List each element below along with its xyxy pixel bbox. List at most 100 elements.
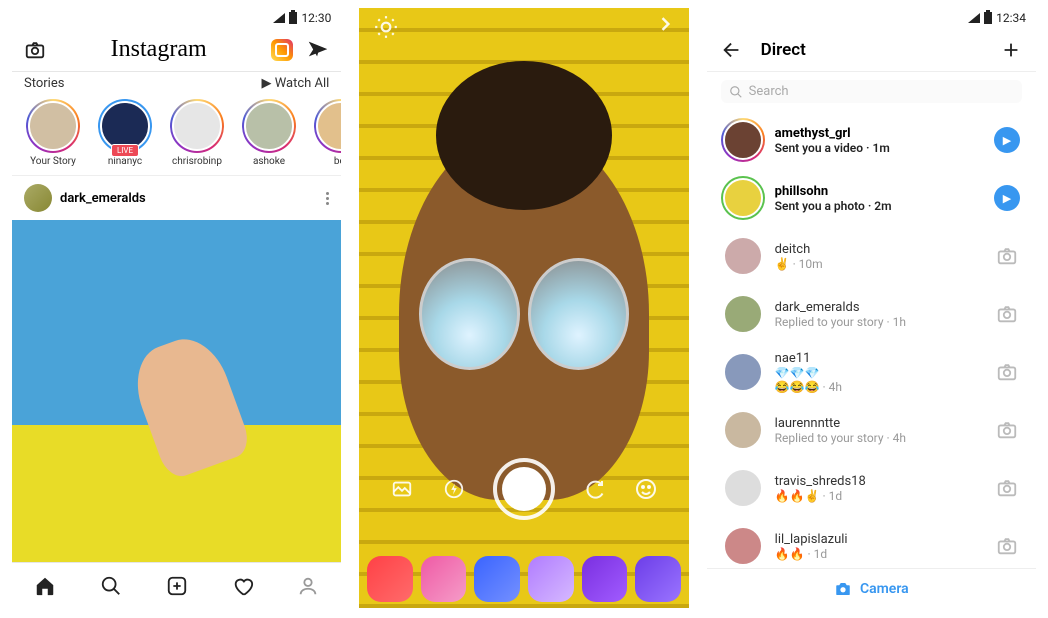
dm-camera-icon[interactable] [992, 245, 1022, 267]
dm-name: dark_emeralds [775, 300, 982, 315]
story-item[interactable]: ashoke [238, 99, 300, 167]
back-icon[interactable] [721, 39, 743, 61]
story-name: ber [334, 156, 341, 167]
dm-item[interactable]: amethyst_grl Sent you a video · 1m ▶ [707, 111, 1036, 169]
dm-item[interactable]: nae11 💎💎💎 😂😂😂 · 4h [707, 343, 1036, 401]
dm-message: Sent you a video · 1m [775, 141, 982, 155]
filter-tile[interactable] [367, 556, 413, 602]
dm-camera-icon[interactable] [992, 535, 1022, 557]
filter-tile[interactable] [635, 556, 681, 602]
camera-icon [834, 580, 852, 598]
dm-avatar [721, 350, 765, 394]
feed-screen: 12:30 Instagram Stories ▶ Watch All Your… [12, 8, 341, 608]
dm-item[interactable]: phillsohn Sent you a photo · 2m ▶ [707, 169, 1036, 227]
play-button[interactable]: ▶ [992, 127, 1022, 153]
dm-message: ✌️ · 10m [775, 257, 982, 271]
story-item[interactable]: LIVEninanyc [94, 99, 156, 167]
play-button[interactable]: ▶ [992, 185, 1022, 211]
dm-avatar [721, 408, 765, 452]
camera-settings-icon[interactable] [373, 14, 399, 40]
story-avatar [314, 99, 341, 153]
face-filter-icon[interactable] [632, 475, 660, 503]
story-name: ninanyc [108, 156, 142, 167]
dm-avatar [721, 524, 765, 568]
dm-camera-icon[interactable] [992, 419, 1022, 441]
dm-message: 🔥🔥✌️ · 1d [775, 489, 982, 503]
shutter-button[interactable] [493, 458, 555, 520]
filter-tray[interactable] [359, 556, 688, 602]
dm-item[interactable]: dark_emeralds Replied to your story · 1h [707, 285, 1036, 343]
filter-tile[interactable] [421, 556, 467, 602]
app-logo: Instagram [111, 36, 207, 63]
story-item[interactable]: Your Story [22, 99, 84, 167]
post-header: dark_emeralds [12, 176, 341, 220]
dm-avatar [721, 292, 765, 336]
stories-row[interactable]: Your Story LIVEninanyc chrisrobinp ashoke be… [12, 95, 341, 176]
signal-icon [273, 13, 285, 23]
filter-tile[interactable] [582, 556, 628, 602]
camera-controls [359, 458, 688, 520]
post-more-icon[interactable] [326, 192, 329, 205]
story-avatar [26, 99, 80, 153]
story-name: chrisrobinp [172, 156, 222, 167]
story-name: ashoke [253, 156, 285, 167]
dm-text: nae11 💎💎💎 😂😂😂 · 4h [775, 351, 982, 394]
dm-camera-icon[interactable] [992, 477, 1022, 499]
dm-message: Sent you a photo · 2m [775, 199, 982, 213]
dm-item[interactable]: deitch ✌️ · 10m [707, 227, 1036, 285]
story-avatar [242, 99, 296, 153]
camera-screen [359, 8, 688, 608]
gallery-icon[interactable] [388, 475, 416, 503]
watch-all-button[interactable]: ▶ Watch All [261, 76, 329, 91]
story-name: Your Story [30, 156, 76, 167]
dm-name: nae11 [775, 351, 982, 366]
dm-avatar [721, 176, 765, 220]
dm-item[interactable]: travis_shreds18 🔥🔥✌️ · 1d [707, 459, 1036, 517]
post-image[interactable] [12, 220, 341, 562]
dm-name: phillsohn [775, 184, 982, 199]
nav-activity-icon[interactable] [231, 574, 255, 598]
dm-name: amethyst_grl [775, 126, 982, 141]
post-author-avatar[interactable] [24, 184, 52, 212]
direct-title: Direct [761, 40, 806, 60]
filter-tile[interactable] [528, 556, 574, 602]
camera-subject [399, 128, 649, 500]
bottom-nav [12, 562, 341, 608]
dm-text: deitch ✌️ · 10m [775, 242, 982, 271]
dm-text: lil_lapislazuli 🔥🔥 · 1d [775, 532, 982, 561]
dm-camera-icon[interactable] [992, 361, 1022, 383]
nav-add-icon[interactable] [165, 574, 189, 598]
post-author-name[interactable]: dark_emeralds [60, 191, 146, 206]
dm-message: 😂😂😂 · 4h [775, 380, 982, 394]
direct-camera-button[interactable]: Camera [707, 568, 1036, 608]
search-input[interactable]: Search [721, 80, 1022, 103]
dm-message: 🔥🔥 · 1d [775, 547, 982, 561]
dm-item[interactable]: laurennntte Replied to your story · 4h [707, 401, 1036, 459]
switch-camera-icon[interactable] [580, 475, 608, 503]
nav-home-icon[interactable] [33, 574, 57, 598]
flash-icon[interactable] [440, 475, 468, 503]
nav-search-icon[interactable] [99, 574, 123, 598]
new-message-icon[interactable] [1000, 39, 1022, 61]
dm-text: travis_shreds18 🔥🔥✌️ · 1d [775, 474, 982, 503]
dm-camera-icon[interactable] [992, 303, 1022, 325]
dm-name: laurennntte [775, 416, 982, 431]
dm-text: amethyst_grl Sent you a video · 1m [775, 126, 982, 155]
camera-icon[interactable] [24, 39, 46, 61]
direct-icon[interactable] [307, 39, 329, 61]
dm-item[interactable]: lil_lapislazuli 🔥🔥 · 1d [707, 517, 1036, 568]
nav-profile-icon[interactable] [296, 574, 320, 598]
direct-screen: 12:34 Direct Search amethyst_grl Sent yo… [707, 8, 1036, 608]
stories-header: Stories ▶ Watch All [12, 72, 341, 95]
status-time: 12:30 [301, 11, 331, 25]
dm-name: lil_lapislazuli [775, 532, 982, 547]
story-item[interactable]: chrisrobinp [166, 99, 228, 167]
story-item[interactable]: ber [310, 99, 341, 167]
dm-avatar [721, 466, 765, 510]
dm-list[interactable]: amethyst_grl Sent you a video · 1m ▶ phi… [707, 111, 1036, 568]
dm-name: deitch [775, 242, 982, 257]
filter-tile[interactable] [474, 556, 520, 602]
igtv-icon[interactable] [271, 39, 293, 61]
dm-message: Replied to your story · 4h [775, 431, 982, 445]
camera-next-icon[interactable] [655, 14, 675, 40]
